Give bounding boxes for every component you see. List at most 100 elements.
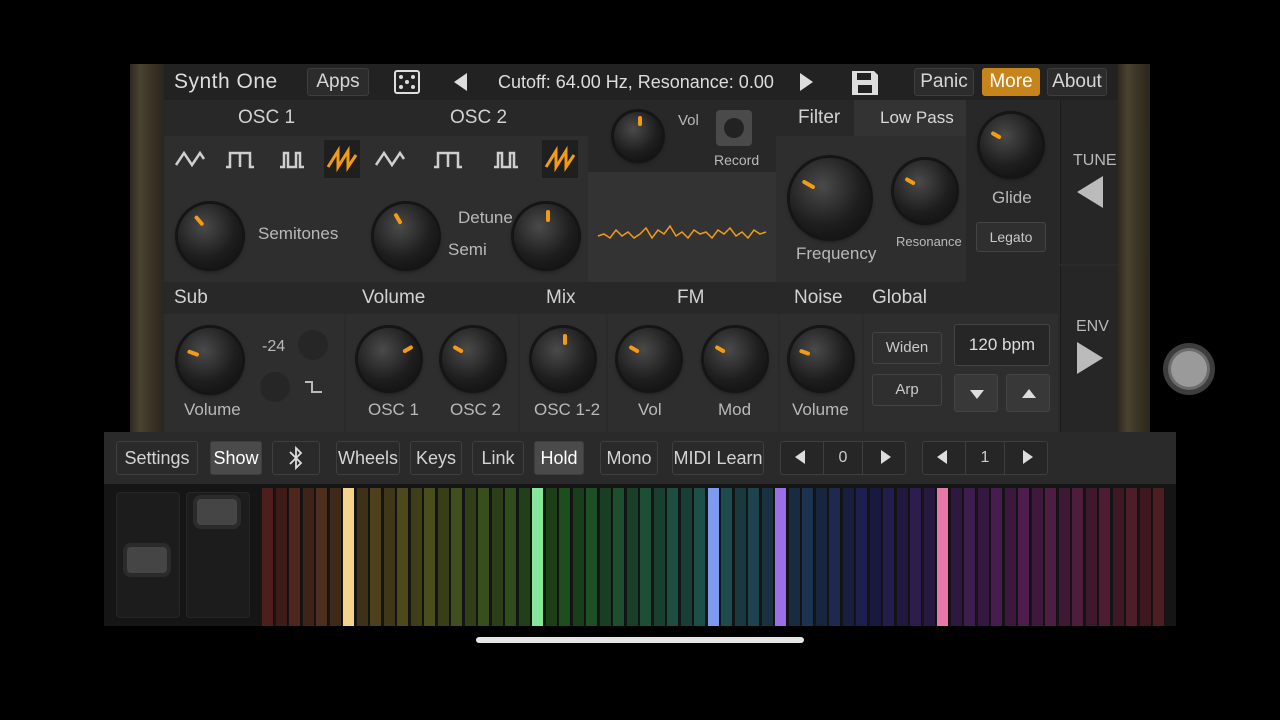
more-button[interactable]: More <box>982 68 1040 96</box>
piano-key[interactable] <box>1018 488 1030 626</box>
mod-wheel[interactable] <box>186 492 250 618</box>
pitch-bend-thumb[interactable] <box>127 547 167 573</box>
link-button[interactable]: Link <box>472 441 524 475</box>
prev-preset-icon[interactable] <box>454 73 467 91</box>
next-preset-icon[interactable] <box>800 73 813 91</box>
piano-key[interactable] <box>937 488 949 626</box>
piano-key[interactable] <box>1004 488 1017 626</box>
piano-key[interactable] <box>1085 488 1098 626</box>
piano-key[interactable] <box>343 488 355 626</box>
piano-key[interactable] <box>815 488 828 626</box>
piano-key[interactable] <box>505 488 517 626</box>
piano-key[interactable] <box>734 488 747 626</box>
osc1-semitones-knob[interactable] <box>178 204 242 268</box>
osc-mix-knob[interactable] <box>532 328 594 390</box>
osc2-saw-wave-icon[interactable] <box>542 140 578 178</box>
noise-volume-knob[interactable] <box>790 328 852 390</box>
osc2-triangle-wave-icon[interactable] <box>372 140 408 178</box>
about-button[interactable]: About <box>1047 68 1107 96</box>
widen-button[interactable]: Widen <box>872 332 942 364</box>
piano-key[interactable] <box>613 488 625 626</box>
osc1-triangle-wave-icon[interactable] <box>172 140 208 178</box>
sub-octave-toggle[interactable] <box>298 330 328 360</box>
osc1-saw-wave-icon[interactable] <box>324 140 360 178</box>
tempo-up-button[interactable] <box>1006 374 1050 412</box>
piano-key[interactable] <box>667 488 679 626</box>
env-nav[interactable]: ENV <box>1060 266 1118 432</box>
arp-button[interactable]: Arp <box>872 374 942 406</box>
piano-key[interactable] <box>640 488 652 626</box>
piano-key[interactable] <box>923 488 936 626</box>
piano-key[interactable] <box>262 488 274 626</box>
piano-key[interactable] <box>842 488 855 626</box>
piano-key[interactable] <box>869 488 882 626</box>
legato-button[interactable]: Legato <box>976 222 1046 252</box>
piano-key[interactable] <box>289 488 301 626</box>
piano-key[interactable] <box>1126 488 1138 626</box>
show-button[interactable]: Show <box>210 441 262 475</box>
piano-key[interactable] <box>829 488 841 626</box>
piano-key[interactable] <box>478 488 490 626</box>
piano-key[interactable] <box>964 488 976 626</box>
filter-type-selector[interactable]: Low Pass <box>854 100 966 136</box>
sub-square-toggle[interactable] <box>260 372 290 402</box>
save-icon[interactable] <box>850 69 880 97</box>
piano-key[interactable] <box>370 488 382 626</box>
piano-key[interactable] <box>950 488 963 626</box>
piano-key[interactable] <box>316 488 328 626</box>
bluetooth-button[interactable] <box>272 441 320 475</box>
piano-key[interactable] <box>356 488 369 626</box>
piano-key[interactable] <box>991 488 1003 626</box>
piano-key[interactable] <box>451 488 463 626</box>
fm-vol-knob[interactable] <box>618 328 680 390</box>
piano-key[interactable] <box>532 488 544 626</box>
piano-key[interactable] <box>680 488 693 626</box>
piano-key[interactable] <box>464 488 477 626</box>
piano-key[interactable] <box>383 488 396 626</box>
piano-key[interactable] <box>896 488 909 626</box>
piano-key[interactable] <box>1153 488 1165 626</box>
piano-key[interactable] <box>788 488 801 626</box>
piano-key[interactable] <box>910 488 922 626</box>
osc2-square-wave-icon[interactable] <box>430 140 466 178</box>
mod-wheel-thumb[interactable] <box>197 499 237 525</box>
piano-key[interactable] <box>761 488 774 626</box>
osc1-square-wave-icon[interactable] <box>222 140 258 178</box>
piano-key[interactable] <box>694 488 706 626</box>
piano-key[interactable] <box>775 488 787 626</box>
osc2-semi-knob[interactable] <box>374 204 438 268</box>
piano-key[interactable] <box>1058 488 1071 626</box>
dice-icon[interactable] <box>392 68 422 96</box>
piano-key[interactable] <box>1099 488 1111 626</box>
piano-key[interactable] <box>424 488 436 626</box>
piano-key[interactable] <box>1139 488 1152 626</box>
output-volume-knob[interactable] <box>614 112 662 160</box>
preset-name[interactable]: Cutoff: 64.00 Hz, Resonance: 0.00 <box>498 72 774 93</box>
osc2-volume-knob[interactable] <box>442 328 504 390</box>
channel-down-icon[interactable] <box>937 450 947 464</box>
midi-learn-button[interactable]: MIDI Learn <box>672 441 764 475</box>
piano-key[interactable] <box>545 488 558 626</box>
piano-key[interactable] <box>748 488 760 626</box>
home-indicator[interactable] <box>476 637 804 643</box>
piano-key[interactable] <box>1031 488 1044 626</box>
piano-key[interactable] <box>653 488 666 626</box>
glide-knob[interactable] <box>980 114 1042 176</box>
wheels-button[interactable]: Wheels <box>336 441 400 475</box>
tempo-display[interactable]: 120 bpm <box>954 324 1050 366</box>
osc1-pulse-wave-icon[interactable] <box>274 140 310 178</box>
filter-frequency-knob[interactable] <box>790 158 870 238</box>
tempo-down-button[interactable] <box>954 374 998 412</box>
tune-nav[interactable]: TUNE <box>1060 100 1118 264</box>
piano-key[interactable] <box>977 488 990 626</box>
piano-key[interactable] <box>491 488 504 626</box>
piano-key[interactable] <box>275 488 288 626</box>
piano-key[interactable] <box>572 488 585 626</box>
piano-key[interactable] <box>856 488 868 626</box>
apps-button[interactable]: Apps <box>307 68 369 96</box>
piano-key[interactable] <box>707 488 720 626</box>
channel-up-icon[interactable] <box>1023 450 1033 464</box>
keys-button[interactable]: Keys <box>410 441 462 475</box>
piano-key[interactable] <box>329 488 342 626</box>
piano-key[interactable] <box>410 488 423 626</box>
